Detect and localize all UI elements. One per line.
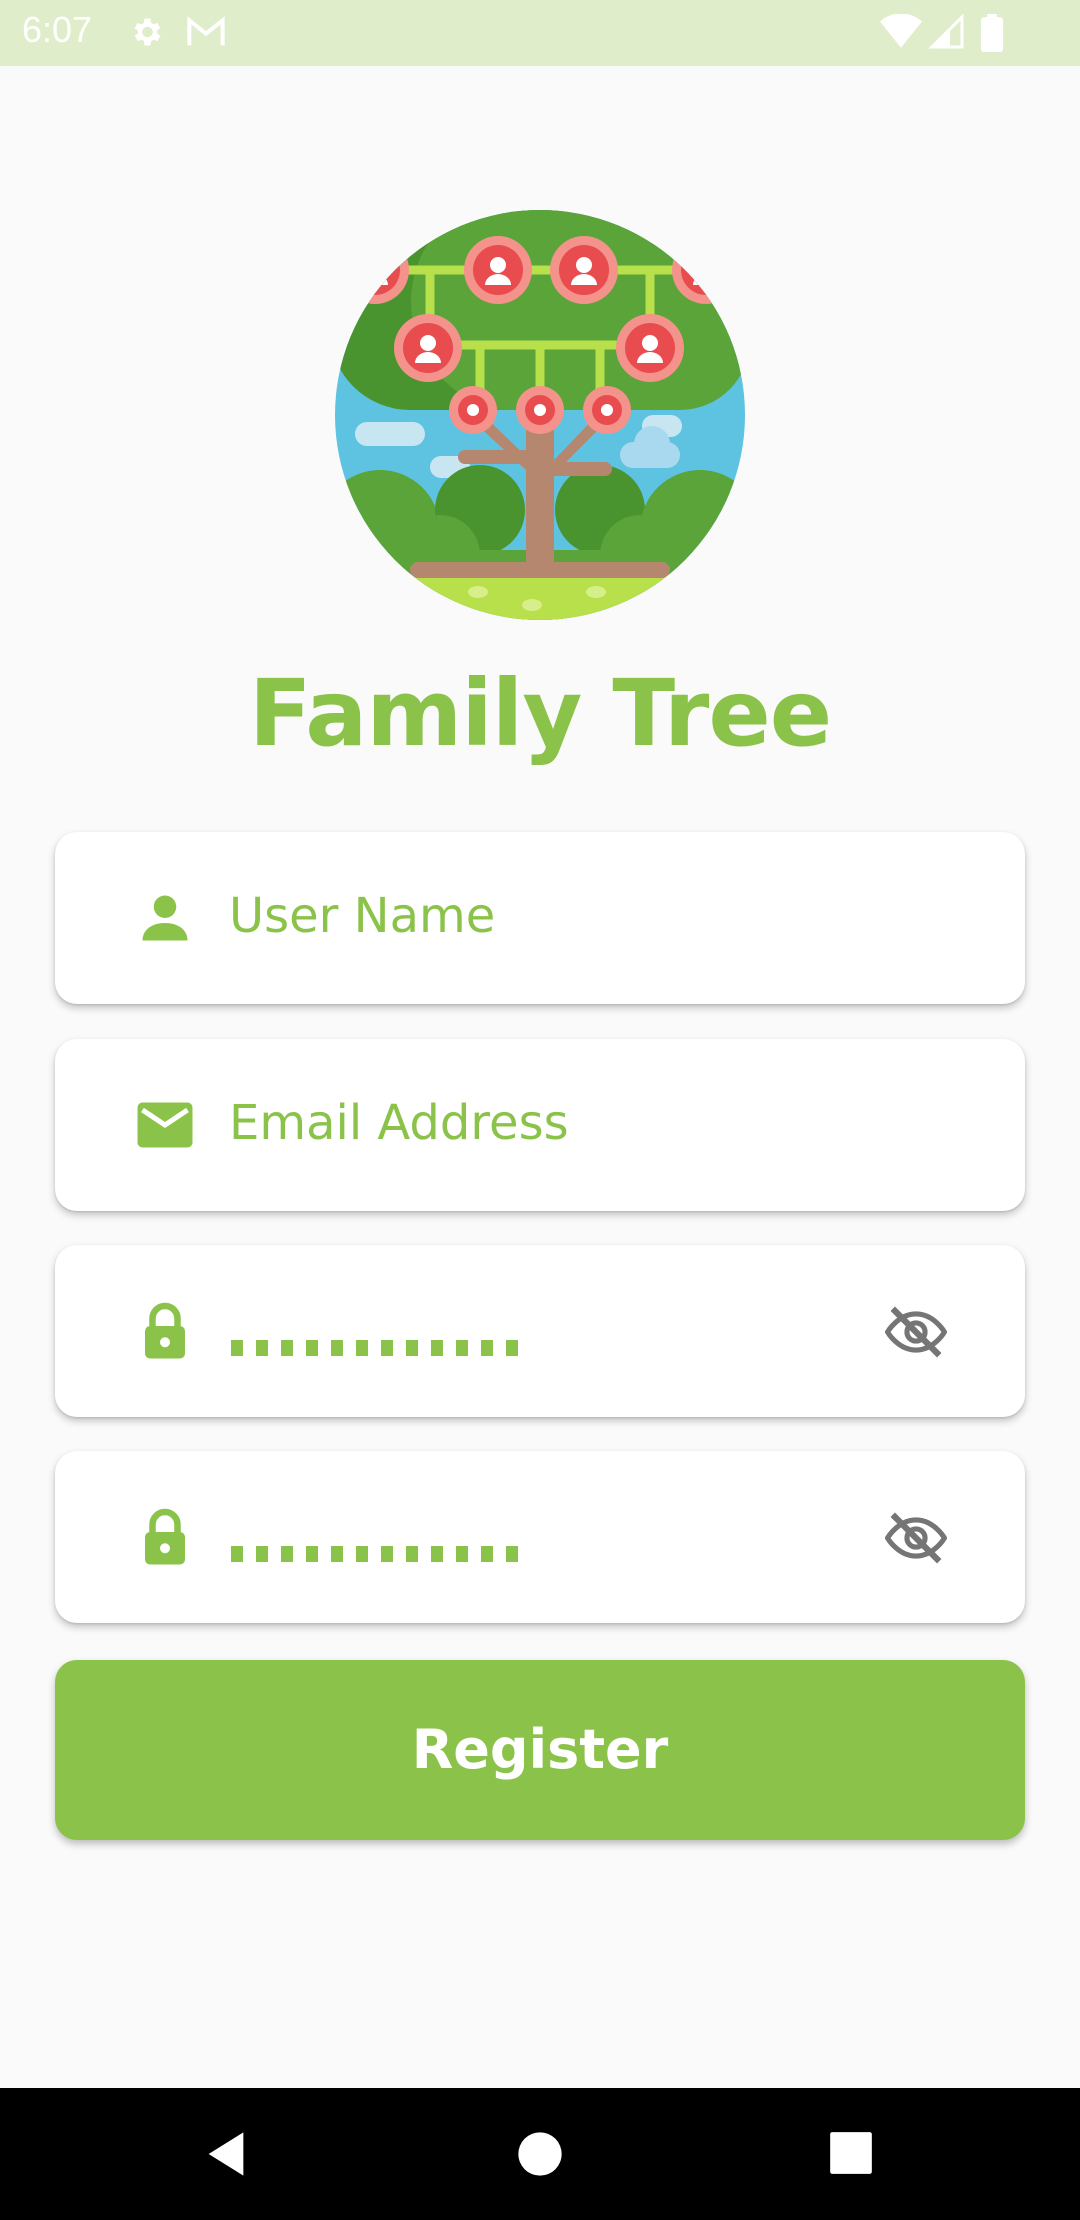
app-title: Family Tree <box>248 660 832 767</box>
status-time: 6:07 <box>22 9 93 50</box>
gmail-icon <box>187 16 225 46</box>
status-bar: 6:07 <box>0 0 1080 66</box>
recents-icon[interactable] <box>826 2128 876 2178</box>
back-icon[interactable] <box>200 2128 252 2180</box>
password-value <box>231 1323 531 1363</box>
username-placeholder: User Name <box>229 888 496 944</box>
confirm-password-field[interactable] <box>55 1451 1025 1623</box>
lock-icon <box>145 1302 185 1359</box>
confirm-password-value <box>231 1529 531 1569</box>
battery-icon <box>980 14 1004 52</box>
home-icon[interactable] <box>514 2128 566 2180</box>
eye-off-icon[interactable] <box>885 1301 947 1363</box>
gear-icon <box>134 18 161 46</box>
navigation-bar <box>0 2088 1080 2220</box>
register-button[interactable]: Register <box>55 1660 1025 1840</box>
password-field[interactable] <box>55 1245 1025 1417</box>
mail-icon <box>137 1102 193 1148</box>
signal-icon <box>928 14 964 49</box>
lock-icon <box>145 1508 185 1565</box>
person-icon <box>142 895 188 941</box>
eye-off-icon[interactable] <box>885 1507 947 1569</box>
family-tree-logo <box>335 210 745 620</box>
username-field[interactable]: User Name <box>55 832 1025 1004</box>
wifi-icon <box>880 14 922 48</box>
email-placeholder: Email Address <box>229 1095 569 1151</box>
email-field[interactable]: Email Address <box>55 1039 1025 1211</box>
